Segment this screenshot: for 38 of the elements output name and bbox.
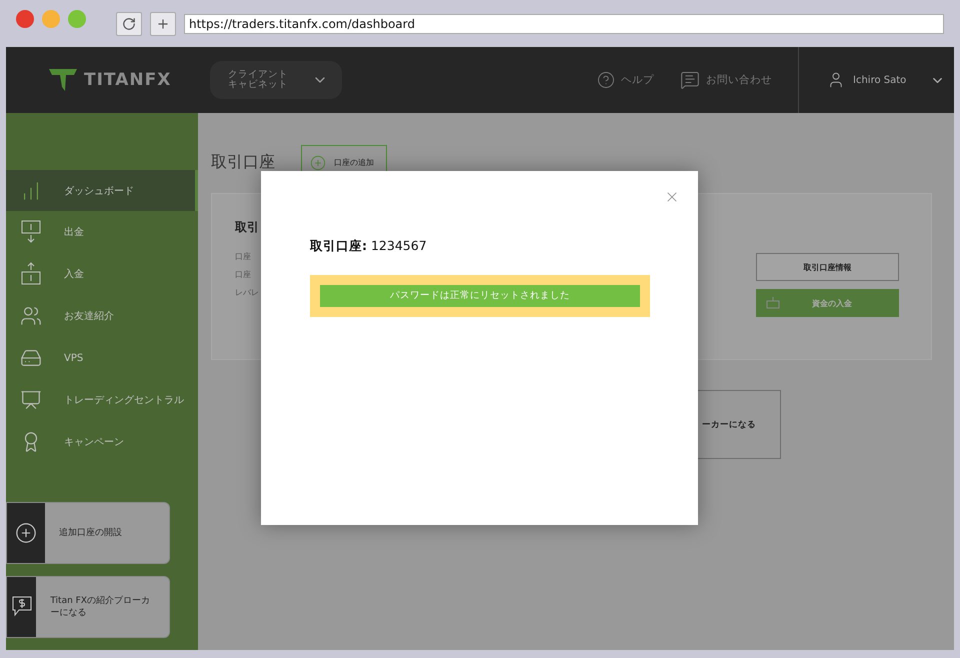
new-tab-button[interactable] bbox=[150, 12, 176, 36]
chat-icon bbox=[680, 70, 700, 90]
sidebar-item[interactable]: 入金 bbox=[6, 253, 198, 295]
address-bar[interactable]: https://traders.titanfx.com/dashboard bbox=[184, 14, 944, 34]
close-window-button[interactable] bbox=[16, 10, 34, 28]
server-icon bbox=[20, 347, 42, 369]
plus-circle-icon bbox=[310, 154, 326, 170]
logo-icon bbox=[48, 67, 78, 93]
success-message: パスワードは正常にリセットされました bbox=[320, 285, 640, 307]
dollar-chat-icon bbox=[12, 596, 32, 618]
logo-text: TITANFX bbox=[84, 70, 172, 90]
users-icon bbox=[20, 305, 42, 327]
sidebar-item[interactable]: お友達紹介 bbox=[6, 295, 198, 337]
account-detail: レバレ bbox=[235, 287, 259, 298]
sidebar-item[interactable]: ダッシュボード bbox=[6, 170, 198, 211]
modal-title: 取引口座: 1234567 bbox=[310, 238, 428, 255]
deposit-icon bbox=[20, 261, 42, 287]
account-detail: 口座 bbox=[235, 269, 252, 280]
plus-circle-icon bbox=[15, 522, 37, 544]
page-title: 取引口座 bbox=[211, 152, 275, 173]
card-title: 取引 bbox=[235, 219, 259, 236]
sidebar-item[interactable]: キャンペーン bbox=[6, 421, 198, 463]
withdraw-icon bbox=[20, 219, 42, 245]
help-link[interactable]: ヘルプ bbox=[597, 71, 654, 89]
sidebar-item[interactable]: VPS bbox=[6, 337, 198, 379]
help-icon bbox=[597, 71, 615, 89]
account-info-button[interactable]: 取引口座情報 bbox=[756, 253, 899, 281]
plus-icon bbox=[156, 16, 170, 30]
account-detail: 口座 bbox=[235, 251, 252, 262]
reload-button[interactable] bbox=[116, 12, 142, 36]
deposit-button[interactable]: 資金の入金 bbox=[756, 289, 899, 317]
sidebar-item[interactable]: 出金 bbox=[6, 211, 198, 253]
sidebar-item[interactable]: トレーディングセントラル bbox=[6, 379, 198, 421]
sidebar-card[interactable]: Titan FXの紹介ブローカーになる bbox=[6, 576, 170, 638]
cabinet-dropdown[interactable]: クライアント キャビネット bbox=[210, 61, 342, 99]
contact-link[interactable]: お問い合わせ bbox=[680, 70, 772, 90]
sidebar-card[interactable]: 追加口座の開設 bbox=[6, 502, 170, 564]
reload-icon bbox=[122, 16, 136, 30]
